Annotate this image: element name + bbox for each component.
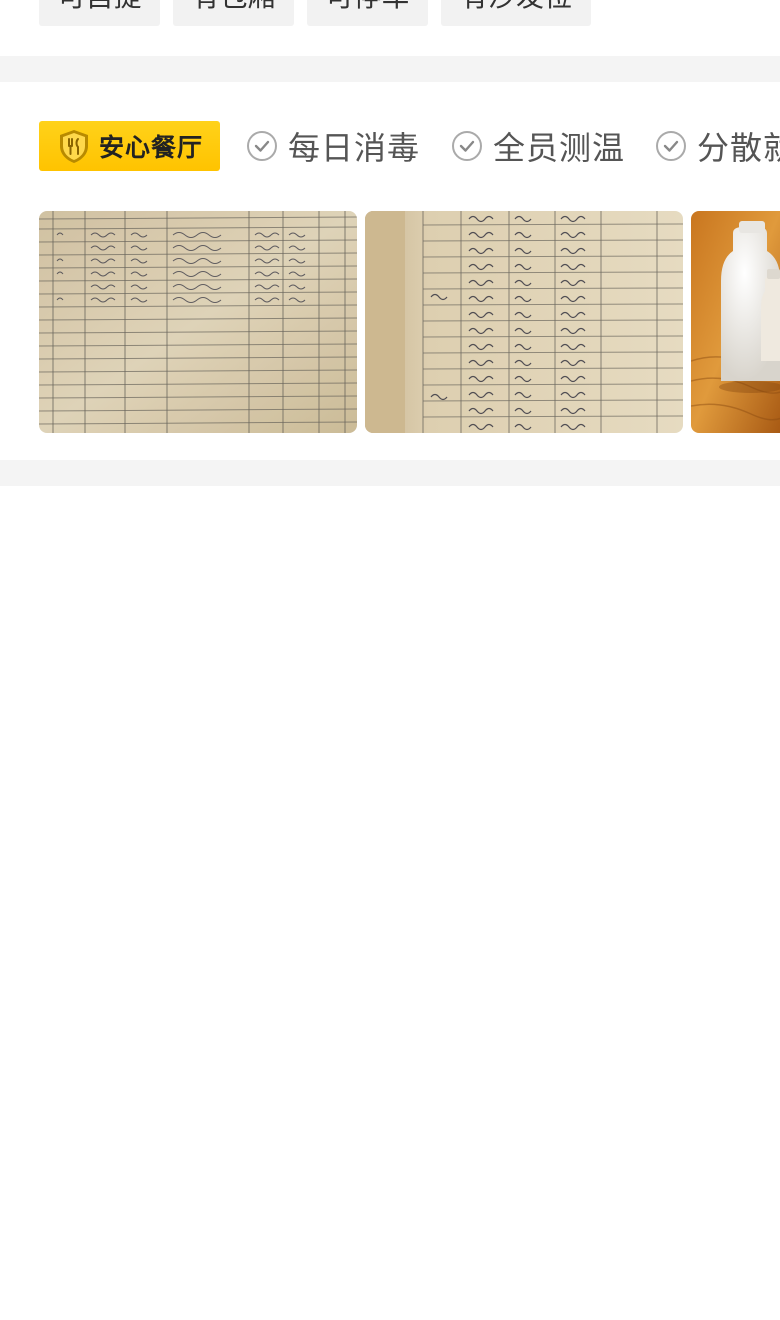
check-circle-icon	[247, 131, 277, 161]
disinfection-log-photo[interactable]	[39, 211, 357, 433]
tag-label: 可自提	[39, 0, 160, 11]
feature-staff-temperature: 全员测温	[451, 128, 625, 167]
disinfection-log-image	[39, 211, 357, 433]
facility-tags-row: 可自提 有包厢 可停车 有沙发位	[0, 0, 780, 56]
shield-icon	[60, 130, 88, 163]
tag-label: 可停车	[307, 0, 428, 11]
tag-sofa-seats: 有沙发位	[441, 0, 591, 26]
section-divider	[0, 56, 780, 82]
safe-restaurant-section[interactable]: 安心餐厅 每日消毒 全员测温 分散就	[0, 82, 780, 460]
section-divider	[0, 460, 780, 486]
feature-label: 全员测温	[493, 129, 626, 167]
feature-daily-disinfection: 每日消毒	[246, 128, 420, 167]
check-circle-icon	[656, 131, 686, 161]
sanitizer-bottles-image	[691, 211, 780, 433]
temperature-log-photo[interactable]	[365, 211, 683, 433]
tag-label: 有包厢	[173, 0, 294, 11]
safe-restaurant-badge: 安心餐厅	[39, 121, 220, 171]
feature-spaced-seating: 分散就	[655, 128, 780, 167]
feature-label: 每日消毒	[288, 129, 421, 167]
temperature-log-image	[365, 211, 683, 433]
tag-self-pickup: 可自提	[39, 0, 160, 26]
badge-label: 安心餐厅	[99, 133, 204, 162]
feature-label: 分散就	[697, 129, 780, 167]
check-circle-icon	[452, 131, 482, 161]
tag-private-room: 有包厢	[173, 0, 294, 26]
tag-parking: 可停车	[307, 0, 428, 26]
sanitizer-bottles-photo[interactable]	[691, 211, 780, 433]
tag-label: 有沙发位	[441, 0, 591, 11]
